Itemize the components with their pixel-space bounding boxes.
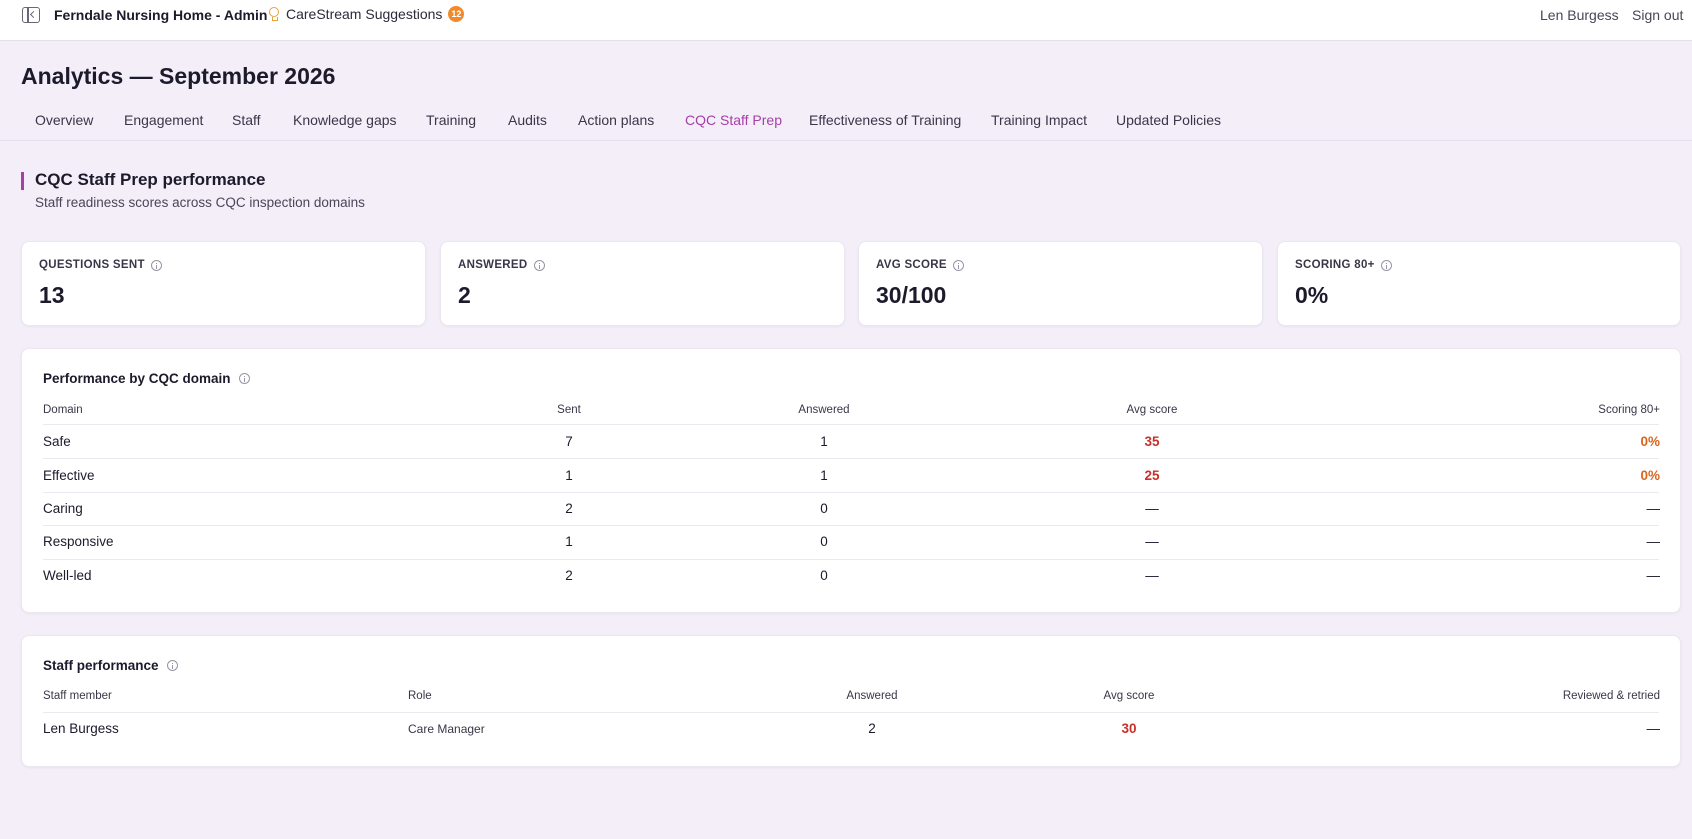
header-role: Role	[408, 690, 432, 702]
tab-audits[interactable]: Audits	[508, 112, 547, 128]
table-divider	[43, 559, 1659, 560]
header-avg-score: Avg score	[1103, 690, 1155, 702]
stat-card-answered: ANSWERED 2	[440, 241, 845, 326]
tab-engagement[interactable]: Engagement	[124, 112, 203, 128]
sidebar-toggle-icon[interactable]	[22, 7, 40, 23]
header-staff-member: Staff member	[43, 690, 112, 702]
stat-label: ANSWERED	[458, 259, 545, 271]
stat-value: 13	[39, 282, 65, 308]
sign-out-link[interactable]: Sign out	[1632, 7, 1683, 23]
domain-performance-panel: Performance by CQC domain Domain Sent An…	[21, 348, 1681, 613]
user-name[interactable]: Len Burgess	[1540, 7, 1619, 23]
domain-table-title-text: Performance by CQC domain	[43, 371, 231, 386]
staff-role: Care Manager	[408, 722, 485, 736]
stat-card-scoring-80: SCORING 80+ 0%	[1277, 241, 1681, 326]
table-divider	[43, 712, 1659, 713]
table-divider	[43, 424, 1659, 425]
stat-value: 0%	[1295, 282, 1329, 308]
info-icon[interactable]	[150, 259, 162, 271]
sent-value: 1	[565, 534, 573, 549]
info-icon[interactable]	[952, 259, 964, 271]
stat-label-text: ANSWERED	[458, 259, 528, 271]
header-reviewed-retried: Reviewed & retried	[1562, 690, 1660, 702]
avg-score-value: —	[1145, 501, 1159, 516]
tab-overview[interactable]: Overview	[35, 112, 93, 128]
tab-staff[interactable]: Staff	[232, 112, 261, 128]
tab-action-plans[interactable]: Action plans	[578, 112, 654, 128]
section-accent-bar	[21, 172, 24, 190]
avg-score-value: 35	[1144, 434, 1160, 449]
domain-name: Effective	[43, 468, 95, 483]
stat-label: SCORING 80+	[1295, 259, 1392, 271]
answered-value: 1	[820, 468, 828, 483]
suggestions-count-badge: 12	[448, 6, 465, 22]
avg-score-value: —	[1145, 534, 1159, 549]
scoring-80-value: —	[1646, 568, 1661, 583]
scoring-80-value: 0%	[1640, 434, 1660, 449]
scoring-80-value: —	[1646, 534, 1661, 549]
stat-label: AVG SCORE	[876, 259, 964, 271]
tab-updated-policies[interactable]: Updated Policies	[1116, 112, 1221, 128]
lightbulb-icon	[268, 6, 280, 22]
header-answered: Answered	[846, 690, 898, 702]
tab-training-impact[interactable]: Training Impact	[991, 112, 1087, 128]
staff-performance-panel: Staff performance Staff member Role Answ…	[21, 635, 1681, 767]
table-divider	[43, 492, 1659, 493]
scoring-80-value: —	[1646, 501, 1661, 516]
app-title: Ferndale Nursing Home - Admin	[54, 7, 268, 23]
stat-label-text: AVG SCORE	[876, 259, 947, 271]
table-divider	[43, 525, 1659, 526]
reviewed-retried-value: —	[1646, 721, 1661, 736]
domain-name: Responsive	[43, 534, 114, 549]
stat-label-text: SCORING 80+	[1295, 259, 1375, 271]
header-answered: Answered	[798, 404, 850, 416]
info-icon[interactable]	[238, 373, 250, 384]
top-bar: Ferndale Nursing Home - Admin CareStream…	[0, 0, 1692, 41]
answered-value: 0	[820, 534, 828, 549]
sent-value: 1	[565, 468, 573, 483]
stat-label-text: QUESTIONS SENT	[39, 259, 145, 271]
stat-card-questions-sent: QUESTIONS SENT 13	[21, 241, 426, 326]
avg-score-value: 30	[1121, 721, 1137, 736]
suggestions-label: CareStream Suggestions	[286, 6, 443, 22]
avg-score-value: —	[1145, 568, 1159, 583]
domain-name: Safe	[43, 434, 71, 449]
section-title: CQC Staff Prep performance	[35, 170, 266, 189]
suggestions-button[interactable]: CareStream Suggestions 12	[268, 6, 465, 22]
sent-value: 2	[565, 568, 573, 583]
staff-table-title-text: Staff performance	[43, 658, 159, 673]
tab-knowledge-gaps[interactable]: Knowledge gaps	[293, 112, 397, 128]
answered-value: 0	[820, 568, 828, 583]
info-icon[interactable]	[1380, 259, 1392, 271]
domain-name: Well-led	[43, 568, 92, 583]
header-sent: Sent	[557, 404, 581, 416]
info-icon[interactable]	[166, 660, 178, 671]
sent-value: 7	[565, 434, 573, 449]
domain-name: Caring	[43, 501, 83, 516]
staff-table-title: Staff performance	[43, 658, 178, 673]
table-divider	[43, 458, 1659, 459]
section-subtitle: Staff readiness scores across CQC inspec…	[35, 195, 365, 210]
tab-cqc-staff-prep[interactable]: CQC Staff Prep	[685, 112, 782, 128]
staff-name: Len Burgess	[43, 721, 119, 736]
header-avg-score: Avg score	[1126, 404, 1178, 416]
header-scoring-80: Scoring 80+	[1598, 404, 1660, 416]
answered-value: 0	[820, 501, 828, 516]
sent-value: 2	[565, 501, 573, 516]
stat-value: 2	[458, 282, 471, 308]
scoring-80-value: 0%	[1640, 468, 1660, 483]
tab-training[interactable]: Training	[426, 112, 476, 128]
avg-score-value: 25	[1144, 468, 1160, 483]
stat-card-avg-score: AVG SCORE 30/100	[858, 241, 1263, 326]
page-title: Analytics — September 2026	[21, 63, 336, 89]
answered-value: 1	[820, 434, 828, 449]
stat-value: 30/100	[876, 282, 947, 308]
header-domain: Domain	[43, 404, 83, 416]
answered-value: 2	[868, 721, 876, 736]
domain-table-title: Performance by CQC domain	[43, 371, 250, 386]
tab-effectiveness-of-training[interactable]: Effectiveness of Training	[809, 112, 961, 128]
analytics-tabs: Overview Engagement Staff Knowledge gaps…	[0, 100, 1692, 141]
info-icon[interactable]	[533, 259, 545, 271]
stat-label: QUESTIONS SENT	[39, 259, 162, 271]
